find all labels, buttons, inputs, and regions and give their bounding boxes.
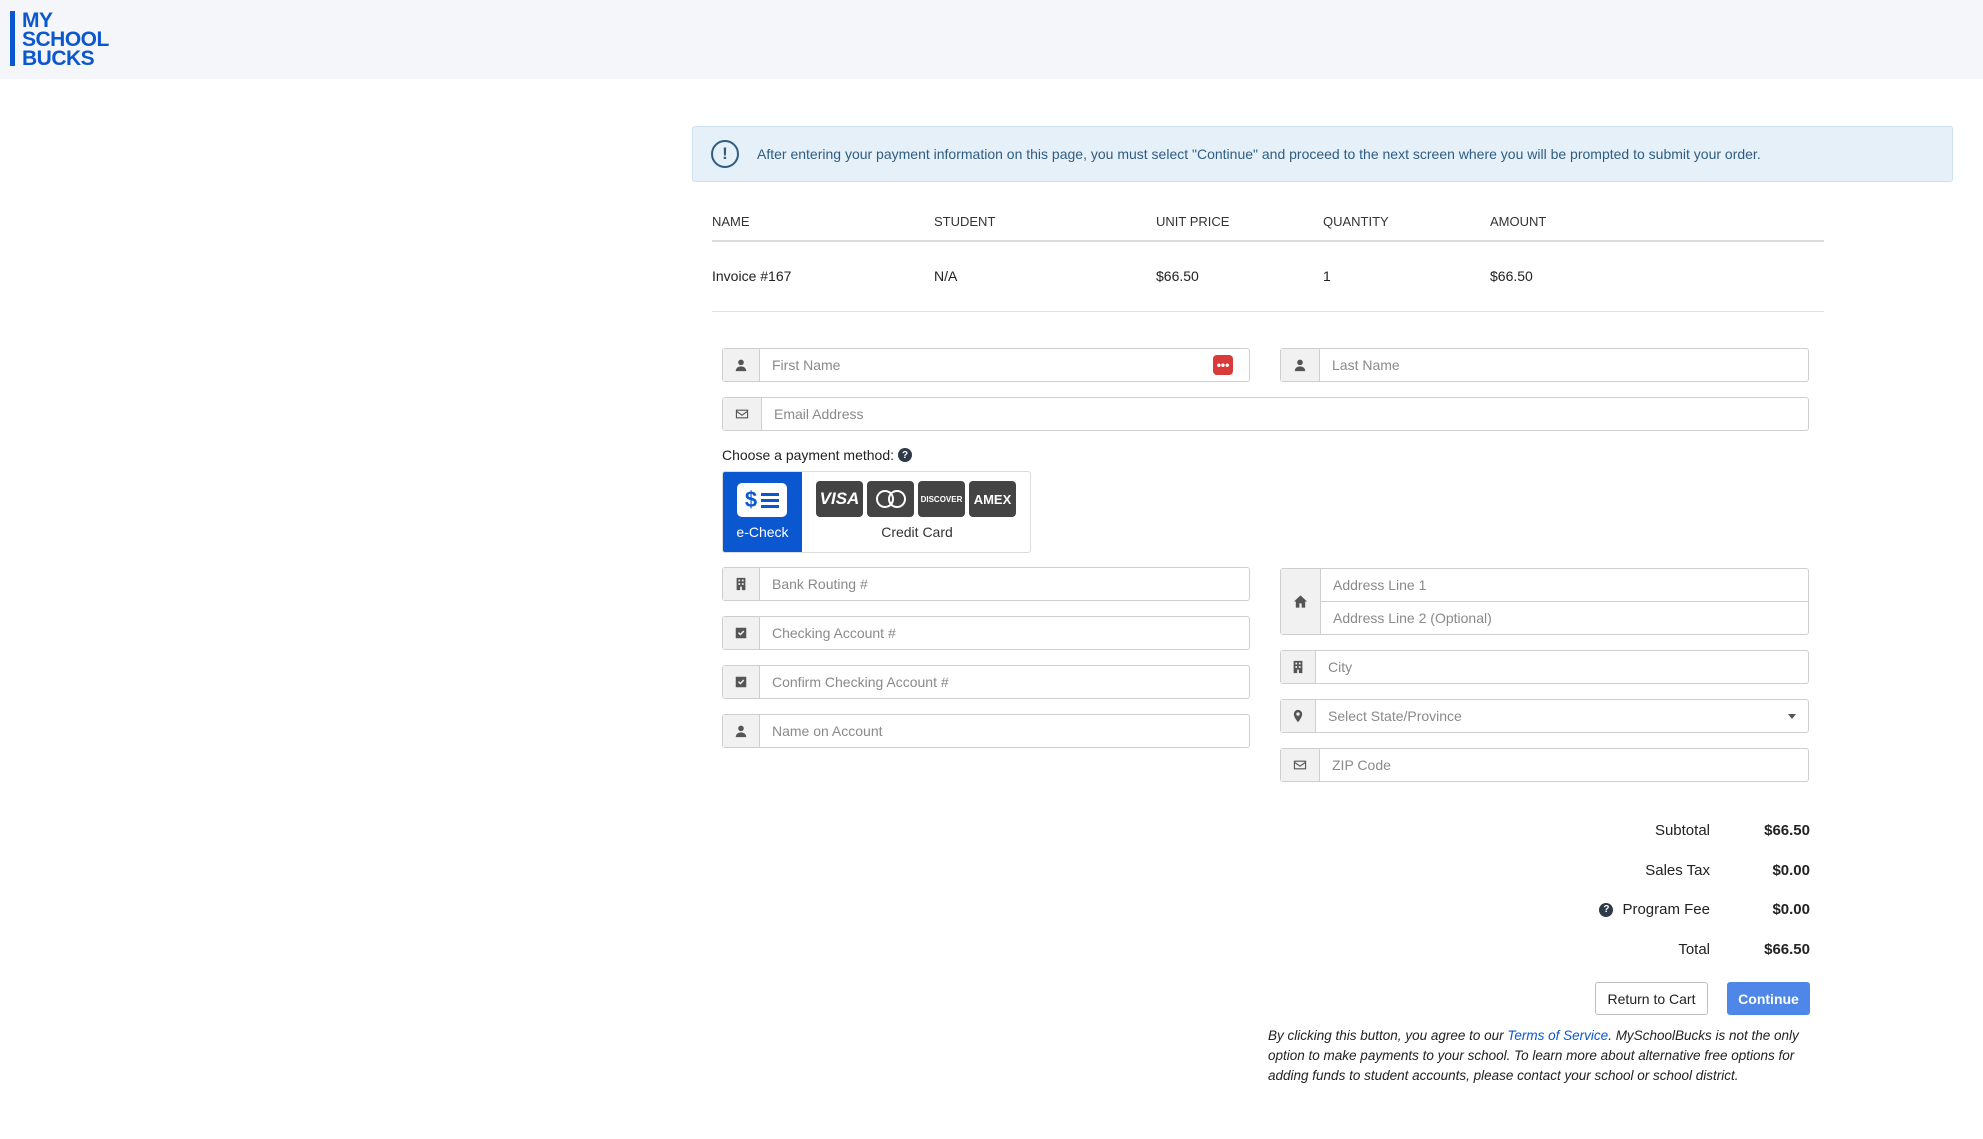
subtotal-row: Subtotal $66.50 [1560, 822, 1810, 842]
notice-text: After entering your payment information … [757, 146, 1761, 162]
row-student: N/A [934, 268, 958, 284]
password-manager-icon[interactable]: ••• [1213, 355, 1233, 375]
cart-table: NAME STUDENT UNIT PRICE QUANTITY AMOUNT … [712, 196, 1824, 312]
zip-field[interactable]: ZIP Code [1280, 748, 1809, 782]
envelope-icon [723, 398, 762, 430]
info-notice: ! After entering your payment informatio… [692, 126, 1953, 182]
first-name-input[interactable]: First Name [760, 357, 1213, 373]
total-value: $66.50 [1764, 941, 1810, 958]
logo-line-3: BUCKS [22, 47, 95, 70]
continue-button[interactable]: Continue [1727, 982, 1810, 1015]
header-amount: AMOUNT [1490, 214, 1547, 229]
echeck-option[interactable]: $ e-Check [723, 472, 802, 552]
address-line-2-input[interactable]: Address Line 2 (Optional) [1321, 601, 1808, 634]
map-marker-icon [1281, 700, 1316, 732]
subtotal-value: $66.50 [1764, 822, 1810, 839]
checkbox-icon [723, 617, 760, 649]
echeck-label: e-Check [736, 524, 789, 540]
total-row: Total $66.50 [1560, 941, 1810, 961]
email-field[interactable]: Email Address [722, 397, 1809, 431]
program-fee-row: ? Program Fee $0.00 [1560, 901, 1810, 921]
top-bar: MY SCHOOL BUCKS [0, 0, 1983, 79]
home-icon [1281, 569, 1321, 634]
state-select-value[interactable]: Select State/Province [1316, 708, 1788, 724]
address-group: Address Line 1 Address Line 2 (Optional) [1280, 568, 1809, 635]
city-input[interactable]: City [1316, 659, 1808, 675]
name-on-account-field[interactable]: Name on Account [722, 714, 1250, 748]
address-line-1-input[interactable]: Address Line 1 [1321, 569, 1808, 601]
user-icon [723, 349, 760, 381]
address-lines: Address Line 1 Address Line 2 (Optional) [1321, 569, 1808, 634]
help-icon[interactable]: ? [1599, 902, 1614, 917]
help-icon[interactable]: ? [898, 448, 912, 462]
building-icon [723, 568, 760, 600]
total-label: Total [1678, 941, 1710, 958]
row-name: Invoice #167 [712, 268, 792, 284]
user-icon [723, 715, 760, 747]
building-icon [1281, 651, 1316, 683]
logo-bar [10, 11, 15, 66]
bank-routing-field[interactable]: Bank Routing # [722, 567, 1250, 601]
table-header: NAME STUDENT UNIT PRICE QUANTITY AMOUNT [712, 196, 1824, 242]
row-amount: $66.50 [1490, 268, 1533, 284]
header-quantity: QUANTITY [1323, 214, 1389, 229]
program-fee-text: Program Fee [1622, 901, 1710, 918]
discover-text: DISCOVER [920, 494, 963, 504]
confirm-checking-field[interactable]: Confirm Checking Account # [722, 665, 1250, 699]
payment-method-text: Choose a payment method: [722, 447, 894, 463]
email-input[interactable]: Email Address [762, 406, 1808, 422]
amex-text: AMEX [973, 491, 1012, 507]
checkbox-icon [723, 666, 760, 698]
name-on-account-input[interactable]: Name on Account [760, 723, 1249, 739]
amex-icon: AMEX [969, 481, 1016, 517]
terms-of-service-link[interactable]: Terms of Service [1507, 1028, 1608, 1043]
credit-card-logos[interactable]: VISA MC DISCOVER AMEX [816, 481, 1016, 517]
sales-tax-value: $0.00 [1772, 862, 1810, 879]
row-unit-price: $66.50 [1156, 268, 1199, 284]
terms-disclaimer: By clicking this button, you agree to ou… [1268, 1026, 1813, 1086]
header-unit-price: UNIT PRICE [1156, 214, 1230, 229]
header-student: STUDENT [934, 214, 996, 229]
checking-account-field[interactable]: Checking Account # [722, 616, 1250, 650]
state-select[interactable]: Select State/Province [1280, 699, 1809, 733]
city-field[interactable]: City [1280, 650, 1809, 684]
credit-card-label[interactable]: Credit Card [802, 524, 1032, 540]
bank-routing-input[interactable]: Bank Routing # [760, 576, 1249, 592]
info-icon: ! [711, 140, 739, 168]
visa-icon: VISA [816, 481, 863, 517]
first-name-field[interactable]: First Name ••• [722, 348, 1250, 382]
user-icon [1281, 349, 1320, 381]
chevron-down-icon[interactable] [1788, 713, 1796, 719]
logo-text: MY SCHOOL BUCKS [22, 10, 109, 70]
return-to-cart-button[interactable]: Return to Cart [1595, 982, 1708, 1015]
visa-text: VISA [819, 489, 860, 508]
header-name: NAME [712, 214, 750, 229]
disclaimer-before: By clicking this button, you agree to ou… [1268, 1028, 1508, 1043]
table-row: Invoice #167 N/A $66.50 1 $66.50 [712, 242, 1824, 312]
confirm-checking-input[interactable]: Confirm Checking Account # [760, 674, 1249, 690]
sales-tax-label: Sales Tax [1645, 862, 1710, 879]
payment-method-label: Choose a payment method: ? [722, 447, 912, 463]
zip-input[interactable]: ZIP Code [1320, 757, 1808, 773]
last-name-field[interactable]: Last Name [1280, 348, 1809, 382]
sales-tax-row: Sales Tax $0.00 [1560, 862, 1810, 882]
checking-account-input[interactable]: Checking Account # [760, 625, 1249, 641]
mastercard-icon: MC [867, 481, 914, 517]
subtotal-label: Subtotal [1654, 822, 1710, 839]
last-name-input[interactable]: Last Name [1320, 357, 1808, 373]
envelope-icon [1281, 749, 1320, 781]
discover-icon: DISCOVER [918, 481, 965, 517]
program-fee-value: $0.00 [1772, 901, 1810, 918]
row-quantity: 1 [1323, 268, 1331, 284]
payment-method-selector: $ e-Check VISA MC DISCOVER AMEX Credit C… [722, 471, 1031, 553]
program-fee-label: ? Program Fee [1599, 901, 1710, 918]
echeck-icon: $ [737, 483, 787, 517]
myschoolbucks-logo[interactable]: MY SCHOOL BUCKS [10, 10, 109, 70]
